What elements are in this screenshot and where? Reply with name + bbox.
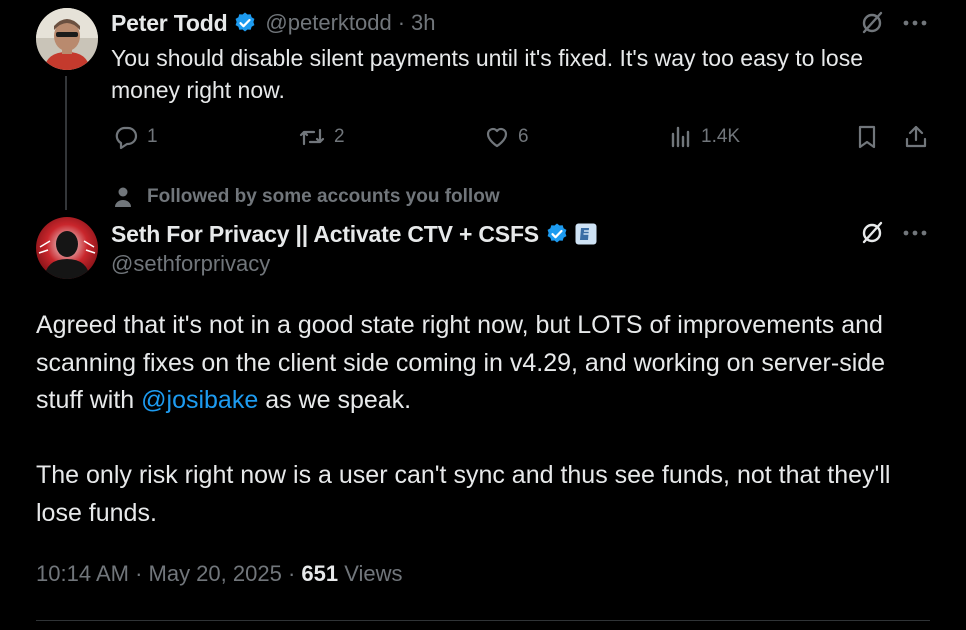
mention-link[interactable]: @josibake bbox=[141, 386, 258, 414]
avatar-seth-for-privacy[interactable] bbox=[36, 217, 98, 279]
post-paragraph-2: The only risk right now is a user can't … bbox=[36, 461, 891, 527]
views-count: 1.4K bbox=[701, 126, 741, 147]
reply-count: 1 bbox=[147, 126, 158, 147]
social-context-text: Followed by some accounts you follow bbox=[147, 186, 500, 207]
views-button[interactable]: 1.4K bbox=[669, 124, 740, 150]
like-count: 6 bbox=[518, 126, 529, 147]
post-timestamp[interactable]: 10:14 AM · May 20, 2025 bbox=[36, 561, 282, 586]
bookmark-icon bbox=[858, 125, 876, 149]
repost-icon bbox=[299, 128, 325, 146]
views-count[interactable]: 651 bbox=[301, 561, 338, 586]
grok-icon[interactable] bbox=[858, 9, 886, 37]
affiliate-badge-icon[interactable] bbox=[575, 223, 597, 245]
grok-icon[interactable] bbox=[858, 219, 886, 247]
more-icon[interactable] bbox=[900, 219, 930, 247]
reply-button[interactable]: 1 bbox=[113, 124, 158, 150]
like-button[interactable]: 6 bbox=[484, 124, 529, 150]
post-text-part: as we speak. bbox=[258, 386, 412, 414]
repost-count: 2 bbox=[334, 126, 345, 147]
author-name[interactable]: Seth For Privacy || Activate CTV + CSFS bbox=[111, 221, 539, 248]
views-icon bbox=[671, 126, 690, 148]
post-paragraph-1: Agreed that it's not in a good state rig… bbox=[36, 307, 936, 420]
author-handle[interactable]: @sethforprivacy bbox=[111, 251, 270, 277]
like-icon bbox=[486, 127, 508, 148]
share-icon bbox=[905, 125, 927, 148]
post-text: Agreed that it's not in a good state rig… bbox=[36, 307, 936, 532]
author-handle[interactable]: @peterktodd bbox=[265, 10, 391, 36]
reply-icon bbox=[115, 126, 138, 150]
verified-badge-icon[interactable] bbox=[545, 222, 569, 246]
social-context: Followed by some accounts you follow bbox=[113, 186, 500, 208]
more-icon[interactable] bbox=[900, 9, 930, 37]
views-label: Views bbox=[338, 561, 403, 586]
meta-separator: · bbox=[281, 561, 302, 586]
post-meta: 10:14 AM · May 20, 2025 · 651 Views bbox=[36, 561, 403, 587]
post-time[interactable]: 3h bbox=[411, 10, 435, 36]
share-button[interactable] bbox=[903, 124, 937, 150]
repost-button[interactable]: 2 bbox=[298, 124, 345, 150]
person-icon bbox=[115, 187, 131, 207]
author-name[interactable]: Peter Todd bbox=[111, 10, 228, 37]
divider bbox=[36, 620, 930, 621]
bookmark-button[interactable] bbox=[855, 124, 887, 150]
meta-separator: · bbox=[397, 10, 406, 35]
avatar-peter-todd[interactable] bbox=[36, 8, 98, 70]
post-text: You should disable silent payments until… bbox=[111, 45, 864, 103]
thread-connector-line bbox=[65, 76, 67, 210]
verified-badge-icon[interactable] bbox=[233, 11, 257, 35]
